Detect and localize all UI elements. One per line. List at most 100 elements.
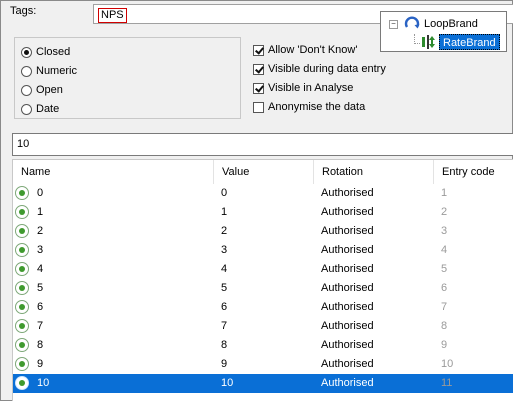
column-header-entry-code[interactable]: Entry code [434, 160, 513, 184]
checkbox-anonymise[interactable]: Anonymise the data [253, 98, 365, 116]
cell-name[interactable]: 10 [37, 374, 49, 393]
cell-value[interactable]: 8 [221, 336, 227, 355]
radio-button[interactable] [21, 65, 32, 77]
cell-name[interactable]: 8 [37, 336, 43, 355]
table-row[interactable]: 2 2 Authorised 3 [13, 222, 513, 241]
column-header-name[interactable]: Name [13, 160, 214, 184]
table-row[interactable]: 3 3 Authorised 4 [13, 241, 513, 260]
checkbox-visible-data-entry[interactable]: Visible during data entry [253, 60, 386, 78]
cell-entry-code[interactable]: 3 [441, 222, 447, 241]
column-header-value[interactable]: Value [214, 160, 314, 184]
cell-entry-code[interactable]: 10 [441, 355, 453, 374]
tag-chip-nps[interactable]: NPS [98, 8, 127, 23]
cell-name[interactable]: 4 [37, 260, 43, 279]
cell-rotation[interactable]: Authorised [321, 317, 374, 336]
rate-scale-icon [422, 35, 435, 49]
cell-value[interactable]: 4 [221, 260, 227, 279]
checkbox-label: Visible during data entry [268, 63, 386, 75]
checkbox[interactable] [253, 82, 264, 94]
cell-value[interactable]: 6 [221, 298, 227, 317]
table-row[interactable]: 10 10 Authorised 11 [13, 374, 513, 393]
cell-name[interactable]: 6 [37, 298, 43, 317]
green-radio-dot-icon [15, 281, 29, 295]
table-row[interactable]: 1 1 Authorised 2 [13, 203, 513, 222]
cell-rotation[interactable]: Authorised [321, 222, 374, 241]
table-row[interactable]: 4 4 Authorised 5 [13, 260, 513, 279]
cell-rotation[interactable]: Authorised [321, 203, 374, 222]
radio-button[interactable] [21, 103, 32, 115]
table-row[interactable]: 7 7 Authorised 8 [13, 317, 513, 336]
green-radio-dot-icon [15, 186, 29, 200]
radio-closed[interactable]: Closed [21, 43, 70, 61]
cell-name[interactable]: 2 [37, 222, 43, 241]
loop-tree: − LoopBrand RateBrand [380, 11, 507, 52]
cell-value[interactable]: 10 [221, 374, 233, 393]
cell-rotation[interactable]: Authorised [321, 184, 374, 203]
checkbox[interactable] [253, 44, 264, 56]
radio-button[interactable] [21, 84, 32, 96]
value-input[interactable]: 10 [12, 133, 513, 156]
green-radio-dot-icon [15, 224, 29, 238]
cell-name[interactable]: 1 [37, 203, 43, 222]
green-radio-dot-icon [15, 262, 29, 276]
checkbox[interactable] [253, 63, 264, 75]
tree-collapse-icon[interactable]: − [389, 20, 398, 29]
green-radio-dot-icon [15, 338, 29, 352]
cell-value[interactable]: 2 [221, 222, 227, 241]
radio-open[interactable]: Open [21, 81, 63, 99]
cell-name[interactable]: 0 [37, 184, 43, 203]
cell-rotation[interactable]: Authorised [321, 241, 374, 260]
cell-entry-code[interactable]: 7 [441, 298, 447, 317]
checkbox-label: Anonymise the data [268, 101, 366, 113]
checkbox-label: Allow 'Don't Know' [268, 44, 358, 56]
cell-rotation[interactable]: Authorised [321, 260, 374, 279]
checkbox-visible-analyse[interactable]: Visible in Analyse [253, 79, 353, 97]
tree-item-loopbrand[interactable]: LoopBrand [424, 18, 478, 30]
cell-entry-code[interactable]: 6 [441, 279, 447, 298]
table-row[interactable]: 5 5 Authorised 6 [13, 279, 513, 298]
green-radio-dot-icon [15, 300, 29, 314]
table-row[interactable]: 8 8 Authorised 9 [13, 336, 513, 355]
cell-rotation[interactable]: Authorised [321, 374, 374, 393]
cell-value[interactable]: 9 [221, 355, 227, 374]
tree-connector [414, 43, 420, 44]
table-row[interactable]: 6 6 Authorised 7 [13, 298, 513, 317]
cell-entry-code[interactable]: 11 [441, 374, 452, 393]
cell-name[interactable]: 7 [37, 317, 43, 336]
radio-label: Open [36, 84, 63, 96]
cell-name[interactable]: 9 [37, 355, 43, 374]
cell-value[interactable]: 1 [221, 203, 227, 222]
cell-entry-code[interactable]: 1 [441, 184, 447, 203]
cell-value[interactable]: 5 [221, 279, 227, 298]
radio-date[interactable]: Date [21, 100, 59, 118]
radio-button[interactable] [21, 46, 32, 58]
cell-rotation[interactable]: Authorised [321, 355, 374, 374]
cell-value[interactable]: 7 [221, 317, 227, 336]
green-radio-dot-icon [15, 357, 29, 371]
cell-value[interactable]: 3 [221, 241, 227, 260]
cell-entry-code[interactable]: 8 [441, 317, 447, 336]
column-header-rotation[interactable]: Rotation [314, 160, 434, 184]
green-radio-dot-icon [15, 243, 29, 257]
cell-entry-code[interactable]: 5 [441, 260, 447, 279]
cell-name[interactable]: 5 [37, 279, 43, 298]
cell-entry-code[interactable]: 9 [441, 336, 447, 355]
green-radio-dot-icon [15, 376, 29, 390]
cell-name[interactable]: 3 [37, 241, 43, 260]
cell-entry-code[interactable]: 2 [441, 203, 447, 222]
cell-rotation[interactable]: Authorised [321, 279, 374, 298]
table-row[interactable]: 0 0 Authorised 1 [13, 184, 513, 203]
checkbox-label: Visible in Analyse [268, 82, 354, 94]
radio-label: Closed [36, 46, 71, 58]
cell-entry-code[interactable]: 4 [441, 241, 447, 260]
radio-numeric[interactable]: Numeric [21, 62, 77, 80]
table-row[interactable]: 9 9 Authorised 10 [13, 355, 513, 374]
checkbox-allow-dont-know[interactable]: Allow 'Don't Know' [253, 41, 357, 59]
tree-item-ratebrand[interactable]: RateBrand [439, 34, 500, 50]
cell-value[interactable]: 0 [221, 184, 227, 203]
loop-arrow-icon [404, 16, 420, 29]
cell-rotation[interactable]: Authorised [321, 336, 374, 355]
cell-rotation[interactable]: Authorised [321, 298, 374, 317]
grid-header: Name Value Rotation Entry code [13, 160, 513, 184]
checkbox[interactable] [253, 101, 264, 113]
